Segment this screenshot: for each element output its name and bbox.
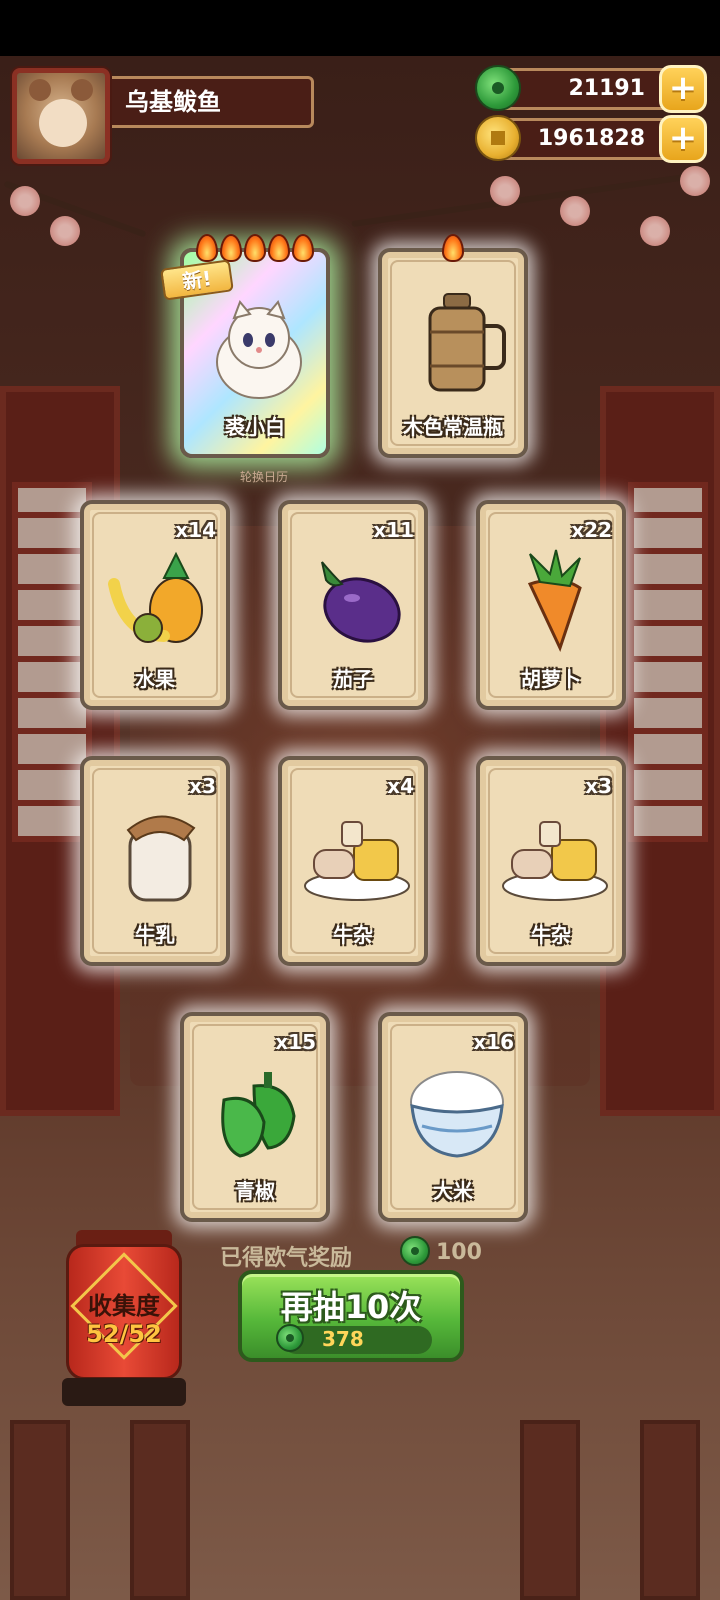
left-door bbox=[0, 386, 120, 1116]
player-header[interactable]: 乌基鲅鱼 bbox=[12, 68, 314, 164]
jade-amount: 21191 bbox=[568, 76, 645, 101]
item-card[interactable]: x22 胡萝卜 bbox=[476, 500, 626, 710]
jade-icon bbox=[276, 1324, 304, 1352]
blossom bbox=[50, 216, 80, 246]
rice-bowl-icon bbox=[410, 1071, 504, 1158]
card-name: 裘小白 bbox=[225, 415, 285, 439]
add-jade-button[interactable]: + bbox=[659, 65, 707, 113]
blossom bbox=[490, 176, 520, 206]
collection-lantern[interactable]: 收集度 52/52 bbox=[62, 1230, 186, 1410]
card-name: 大米 bbox=[433, 1179, 473, 1203]
beef-offal-icon bbox=[304, 821, 410, 901]
flame-icon bbox=[442, 234, 464, 262]
draw-button-label: 再抽10次 bbox=[280, 1288, 422, 1326]
eggplant-icon bbox=[321, 561, 401, 643]
fruit-icon bbox=[108, 551, 203, 643]
item-card[interactable]: x3 牛杂 bbox=[476, 756, 626, 966]
collection-progress: 52/52 bbox=[86, 1320, 162, 1348]
card-name: 牛乳 bbox=[135, 923, 175, 947]
floor-post bbox=[130, 1420, 190, 1600]
item-card[interactable]: x14 水果 bbox=[80, 500, 230, 710]
beef-offal-icon bbox=[502, 821, 608, 901]
wooden-flask-icon bbox=[428, 293, 506, 392]
reward-text: 已得欧气奖励 bbox=[220, 1246, 353, 1271]
draw-cost: 378 bbox=[276, 1324, 432, 1354]
card-name: 青椒 bbox=[235, 1179, 275, 1203]
right-window bbox=[628, 482, 708, 842]
white-cat-icon bbox=[216, 300, 302, 399]
jade-icon bbox=[475, 65, 521, 111]
card-name: 木色常温瓶 bbox=[403, 415, 503, 439]
floor-post bbox=[10, 1420, 70, 1600]
jade-icon bbox=[400, 1236, 430, 1266]
card-name: 牛杂 bbox=[333, 923, 373, 947]
lantern-stand bbox=[62, 1378, 186, 1406]
flame-icon bbox=[244, 234, 266, 262]
item-card[interactable]: x3 牛乳 bbox=[80, 756, 230, 966]
player-name: 乌基鲅鱼 bbox=[106, 76, 314, 128]
flame-icon bbox=[268, 234, 290, 262]
featured-card[interactable]: 木色常温瓶 bbox=[378, 234, 528, 458]
rarity-flames bbox=[184, 234, 326, 266]
item-count: x3 bbox=[189, 774, 216, 798]
floor-post bbox=[640, 1420, 700, 1600]
jade-counter: 21191 + bbox=[475, 65, 707, 113]
item-count: x11 bbox=[373, 518, 414, 542]
card-name: 胡萝卜 bbox=[521, 667, 581, 691]
featured-card[interactable]: 新! 裘小白 bbox=[160, 234, 330, 458]
coin-icon bbox=[475, 115, 521, 161]
floor-post bbox=[520, 1420, 580, 1600]
blossom bbox=[560, 196, 590, 226]
avatar-ear bbox=[29, 79, 51, 101]
add-coins-button[interactable]: + bbox=[659, 115, 707, 163]
item-card[interactable]: x11 茄子 bbox=[278, 500, 428, 710]
featured-caption: 轮换日历 bbox=[240, 470, 289, 484]
right-door bbox=[600, 386, 720, 1116]
card-name: 牛杂 bbox=[531, 923, 571, 947]
item-count: x3 bbox=[585, 774, 612, 798]
item-card[interactable]: x15 青椒 bbox=[180, 1012, 330, 1222]
card-name: 茄子 bbox=[333, 667, 373, 691]
item-card[interactable]: x16 大米 bbox=[378, 1012, 528, 1222]
blossom bbox=[640, 216, 670, 246]
item-count: x16 bbox=[473, 1030, 514, 1054]
item-count: x14 bbox=[175, 518, 216, 542]
flame-icon bbox=[292, 234, 314, 262]
collection-title: 收集度 bbox=[88, 1292, 160, 1320]
item-count: x4 bbox=[387, 774, 414, 798]
avatar-face bbox=[39, 99, 87, 147]
reward-amount: 100 bbox=[436, 1240, 482, 1265]
item-count: x22 bbox=[571, 518, 612, 542]
flame-icon bbox=[220, 234, 242, 262]
flame-icon bbox=[196, 234, 218, 262]
green-pepper-icon bbox=[221, 1072, 296, 1158]
draw-again-button[interactable]: 再抽10次 378 bbox=[238, 1270, 464, 1362]
card-name: 水果 bbox=[135, 667, 175, 691]
item-count: x15 bbox=[275, 1030, 316, 1054]
blossom bbox=[10, 186, 40, 216]
carrot-icon bbox=[527, 549, 582, 653]
item-card[interactable]: x4 牛杂 bbox=[278, 756, 428, 966]
blossom bbox=[680, 166, 710, 196]
draw-cost-amount: 378 bbox=[322, 1327, 364, 1351]
rarity-flames bbox=[382, 234, 524, 266]
coin-counter: 1961828 + bbox=[475, 115, 707, 163]
player-avatar[interactable] bbox=[12, 68, 110, 164]
milk-jar-icon bbox=[126, 815, 196, 902]
avatar-ear bbox=[71, 79, 93, 101]
coin-amount: 1961828 bbox=[537, 126, 645, 151]
